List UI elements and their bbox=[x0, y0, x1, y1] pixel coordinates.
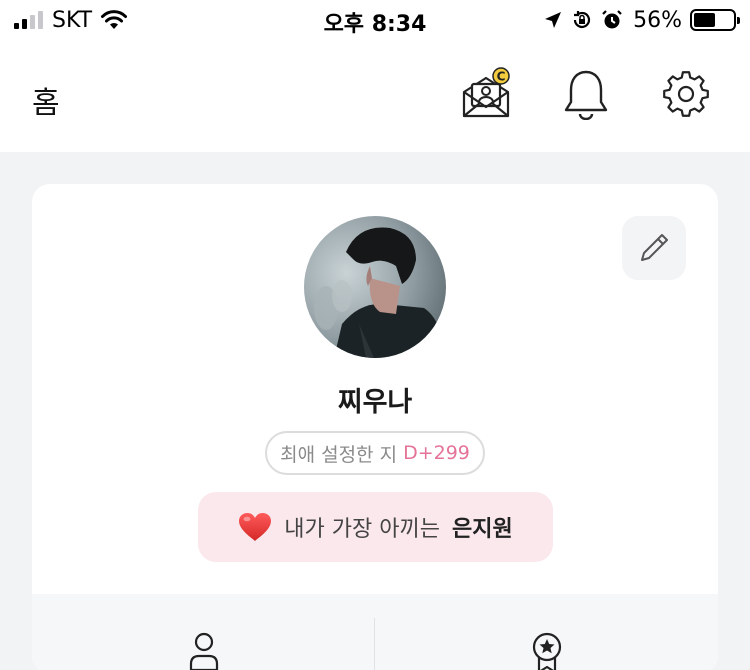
heart-icon bbox=[239, 513, 272, 541]
gear-icon bbox=[663, 71, 709, 117]
pencil-icon bbox=[641, 234, 668, 261]
header-actions: C bbox=[458, 66, 714, 122]
dday-badge: 최애 설정한 지 D+299 bbox=[265, 431, 485, 475]
person-icon bbox=[189, 632, 218, 670]
app-header: 홈 C bbox=[0, 40, 750, 152]
menu-item-badge[interactable] bbox=[375, 594, 718, 670]
notification-button[interactable] bbox=[558, 66, 614, 122]
bell-icon bbox=[564, 70, 608, 120]
battery-icon bbox=[690, 9, 740, 31]
favorite-label: 내가 가장 아끼는 bbox=[284, 517, 440, 542]
battery-percentage: 56% bbox=[633, 7, 682, 33]
mail-coin-button[interactable]: C bbox=[458, 66, 514, 122]
badge-icon bbox=[532, 632, 561, 670]
page-title: 홈 bbox=[32, 86, 60, 121]
dday-label: 최애 설정한 지 bbox=[280, 443, 398, 466]
status-right: 56% bbox=[543, 7, 740, 33]
avatar[interactable] bbox=[304, 216, 446, 358]
settings-button[interactable] bbox=[658, 66, 714, 122]
alarm-icon bbox=[602, 10, 622, 29]
profile-photo bbox=[304, 216, 446, 358]
status-bar: SKT 오후 8:34 56% bbox=[0, 0, 750, 40]
battery-level-fill bbox=[694, 13, 716, 27]
favorite-name: 은지원 bbox=[451, 517, 513, 542]
mail-coin-icon: C bbox=[462, 67, 510, 118]
favorite-idol-banner[interactable]: 내가 가장 아끼는 은지원 bbox=[198, 492, 553, 562]
nickname: 찌우나 bbox=[337, 387, 413, 418]
profile-card: 찌우나 최애 설정한 지 D+299 내가 가장 아끼는 은지원 bbox=[32, 184, 718, 670]
profile-menu-strip bbox=[32, 594, 718, 670]
edit-profile-button[interactable] bbox=[622, 216, 686, 280]
rotation-lock-icon bbox=[573, 11, 591, 29]
svg-text:C: C bbox=[497, 70, 506, 84]
dday-value: D+299 bbox=[403, 442, 470, 464]
location-arrow-icon bbox=[545, 12, 562, 28]
menu-item-profile[interactable] bbox=[32, 594, 375, 670]
